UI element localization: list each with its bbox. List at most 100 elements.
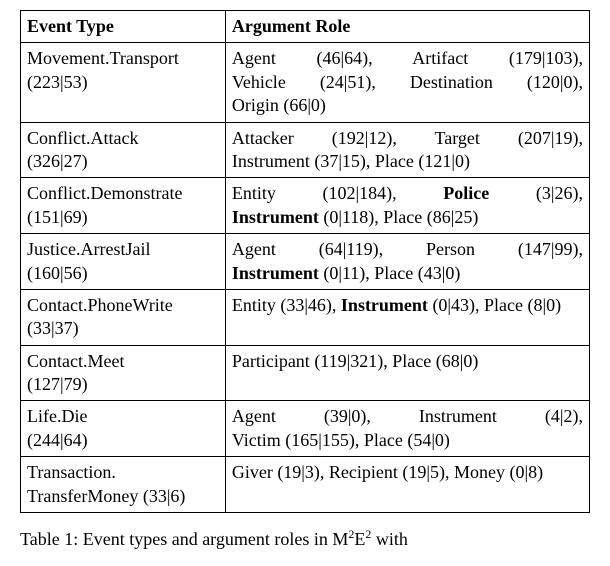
argument-role-cell: Giver (19|3), Recipient (19|5), Money (0… (225, 457, 589, 513)
role-counts: (43|0) (413, 263, 460, 283)
event-type-name: Transaction. (27, 461, 219, 484)
argument-role: Place (86|25) (383, 207, 478, 227)
role-counts: (66|0) (279, 95, 326, 115)
argument-role-cell: Attacker (192|12), Target (207|19), Inst… (225, 122, 589, 178)
role-counts: (179|103), (468, 48, 583, 68)
role-counts: (0|118), (319, 207, 379, 227)
event-type-counts: (127|79) (27, 373, 219, 396)
event-type-counts: (151|69) (27, 206, 219, 229)
event-type-cell: Movement.Transport(223|53) (21, 43, 226, 122)
argument-role-cell: Agent (39|0), Instrument (4|2), Victim (… (225, 401, 589, 457)
role-label: Money (454, 462, 505, 482)
event-type-counts: (223|53) (27, 71, 219, 94)
event-type-counts: (160|56) (27, 262, 219, 285)
role-label: Place (383, 207, 422, 227)
role-label: Place (484, 295, 523, 315)
role-counts: (86|25) (422, 207, 478, 227)
role-counts: (120|0), (493, 72, 583, 92)
role-counts: (68|0) (431, 351, 478, 371)
argument-role: Person (147|99), (426, 239, 583, 259)
argument-role: Money (0|8) (454, 462, 543, 482)
argument-role: Destination (120|0), (410, 72, 583, 92)
event-type-counts: (326|27) (27, 150, 219, 173)
argument-role: Place (43|0) (374, 263, 460, 283)
role-label: Instrument (341, 295, 428, 315)
event-type-name: TransferMoney (33|6) (27, 485, 219, 508)
role-counts: (54|0) (403, 430, 450, 450)
role-counts: (0|43), (428, 295, 480, 315)
event-type-counts: (244|64) (27, 429, 219, 452)
role-label: Place (374, 263, 413, 283)
argument-role: Police (3|26), (443, 183, 583, 203)
role-counts: (4|2), (497, 406, 583, 426)
role-counts: (46|64), (276, 48, 373, 68)
event-type-cell: Contact.PhoneWrite(33|37) (21, 289, 226, 345)
argument-role: Place (54|0) (364, 430, 450, 450)
role-label: Origin (232, 95, 279, 115)
role-label: Entity (232, 295, 276, 315)
role-counts: (3|26), (489, 183, 583, 203)
argument-role: Giver (19|3), (232, 462, 325, 482)
role-label: Place (364, 430, 403, 450)
role-label: Recipient (329, 462, 398, 482)
event-type-name: Contact.PhoneWrite (27, 294, 219, 317)
event-type-name: Life.Die (27, 405, 219, 428)
argument-role: Agent (46|64), (232, 48, 373, 68)
argument-role: Vehicle (24|51), (232, 72, 376, 92)
argument-role: Instrument (0|43), (341, 295, 480, 315)
role-label: Agent (232, 239, 276, 259)
event-type-name: Conflict.Demonstrate (27, 182, 219, 205)
argument-role-cell: Participant (119|321), Place (68|0) (225, 345, 589, 401)
event-type-cell: Conflict.Demonstrate(151|69) (21, 178, 226, 234)
argument-role: Place (8|0) (484, 295, 561, 315)
argument-role-cell: Agent (46|64), Artifact (179|103), Vehic… (225, 43, 589, 122)
role-label: Instrument (232, 151, 310, 171)
argument-role-cell: Entity (33|46), Instrument (0|43), Place… (225, 289, 589, 345)
role-counts: (19|3), (273, 462, 325, 482)
event-type-name: Movement.Transport (27, 47, 219, 70)
argument-role: Participant (119|321), (232, 351, 388, 371)
argument-role: Entity (102|184), (232, 183, 397, 203)
argument-role: Attacker (192|12), (232, 128, 397, 148)
role-counts: (8|0) (523, 295, 561, 315)
event-types-table: Event Type Argument Role Movement.Transp… (20, 10, 590, 513)
role-label: Giver (232, 462, 273, 482)
role-counts: (37|15), (310, 151, 371, 171)
header-event-type: Event Type (21, 11, 226, 43)
caption-suffix: with (371, 529, 408, 549)
event-type-cell: Conflict.Attack(326|27) (21, 122, 226, 178)
role-counts: (24|51), (286, 72, 376, 92)
role-label: Police (443, 183, 489, 203)
table-header-row: Event Type Argument Role (21, 11, 590, 43)
role-counts: (192|12), (294, 128, 397, 148)
role-counts: (147|99), (475, 239, 583, 259)
event-type-name: Contact.Meet (27, 350, 219, 373)
role-label: Instrument (232, 207, 319, 227)
role-counts: (33|46), (276, 295, 337, 315)
role-counts: (19|5), (398, 462, 450, 482)
table-row: Conflict.Attack(326|27)Attacker (192|12)… (21, 122, 590, 178)
role-counts: (207|19), (480, 128, 583, 148)
argument-role: Recipient (19|5), (329, 462, 450, 482)
argument-role: Victim (165|155), (232, 430, 360, 450)
role-counts: (39|0), (276, 406, 371, 426)
table-row: Conflict.Demonstrate(151|69) Entity (102|… (21, 178, 590, 234)
table-row: Transaction.TransferMoney (33|6) Giver (1… (21, 457, 590, 513)
argument-role: Agent (39|0), (232, 406, 371, 426)
role-label: Victim (232, 430, 281, 450)
role-label: Target (435, 128, 480, 148)
role-counts: (0|8) (505, 462, 543, 482)
role-counts: (165|155), (281, 430, 360, 450)
argument-role: Place (68|0) (392, 351, 478, 371)
role-label: Instrument (232, 263, 319, 283)
event-type-counts: (33|37) (27, 317, 219, 340)
table-row: Contact.Meet(127|79) Participant (119|321… (21, 345, 590, 401)
role-counts: (121|0) (414, 151, 470, 171)
event-type-name: Justice.ArrestJail (27, 238, 219, 261)
table-row: Contact.PhoneWrite(33|37)Entity (33|46),… (21, 289, 590, 345)
role-label: Agent (232, 48, 276, 68)
role-label: Place (375, 151, 414, 171)
role-label: Place (392, 351, 431, 371)
argument-role: Place (121|0) (375, 151, 470, 171)
table-row: Life.Die(244|64) Agent (39|0), Instrument… (21, 401, 590, 457)
